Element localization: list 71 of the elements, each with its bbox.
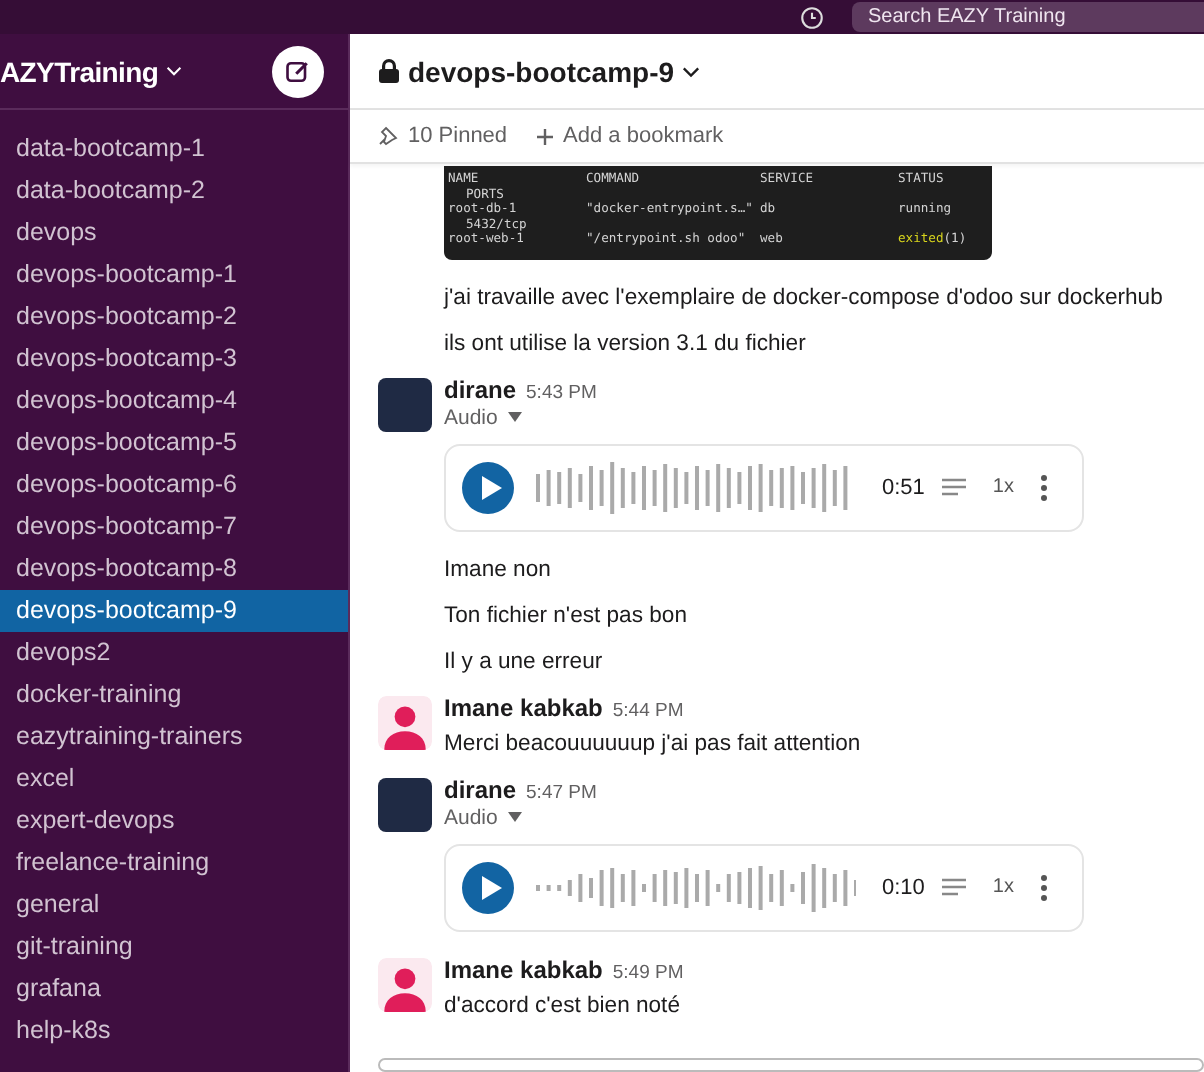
more-icon[interactable] [1039, 873, 1048, 901]
audio-duration: 0:10 [882, 875, 925, 899]
avatar-icon[interactable] [378, 695, 432, 749]
message-text: Il y a une erreur [444, 647, 605, 677]
play-button[interactable] [462, 461, 514, 513]
audio-label[interactable]: Audio [444, 803, 522, 831]
author-name[interactable]: Imane kabkab [444, 693, 603, 721]
speed-button[interactable]: 1x [984, 876, 1022, 898]
message-time[interactable]: 5:44 PM [612, 699, 684, 721]
channel-item[interactable]: general [0, 884, 348, 926]
channel-item[interactable]: help-k8s [0, 1010, 348, 1052]
channel-item[interactable]: expert-devops [0, 800, 348, 842]
workspace-menu[interactable]: AZYTraining [0, 55, 183, 87]
author-name[interactable]: Imane kabkab [444, 955, 603, 983]
caret-icon [507, 812, 522, 822]
message-input-field[interactable] [378, 1057, 1204, 1072]
channel-item[interactable]: devops-bootcamp-9 [0, 590, 348, 632]
message-time[interactable]: 5:49 PM [612, 961, 684, 983]
channel-item[interactable]: devops-bootcamp-1 [0, 254, 348, 296]
channel-item[interactable]: devops [0, 212, 348, 254]
audio-duration: 0:51 [882, 475, 925, 499]
channel-item[interactable]: git-training [0, 926, 348, 968]
add-bookmark-button[interactable]: Add a bookmark [535, 124, 724, 148]
author-name[interactable]: dirane [444, 775, 517, 803]
lock-icon [378, 58, 400, 84]
channel-item[interactable]: devops-bootcamp-8 [0, 548, 348, 590]
transcript-icon[interactable] [942, 478, 967, 496]
play-icon [481, 875, 501, 899]
channel-item[interactable]: devops-bootcamp-2 [0, 296, 348, 338]
avatar-icon[interactable] [378, 957, 432, 1011]
message-text: ils ont utilise la version 3.1 du fichier [444, 329, 808, 359]
channel-item[interactable]: eazytraining-trainers [0, 716, 348, 758]
compose-icon [284, 57, 312, 85]
message-time[interactable]: 5:47 PM [526, 781, 597, 803]
message-text: j'ai travaille avec l'exemplaire de docker-compose d'odoo sur dockerhub [444, 283, 1165, 313]
channel-item[interactable]: devops-bootcamp-6 [0, 464, 348, 506]
chevron-down-icon [682, 65, 701, 77]
message-text: Merci beacouuuuuup j'ai pas fait attention [444, 729, 863, 759]
channel-title[interactable]: devops-bootcamp-9 [378, 55, 701, 87]
message-text: Ton fichier n'est pas bon [444, 601, 689, 631]
plus-icon [535, 127, 554, 145]
avatar-photo-placeholder[interactable] [378, 377, 432, 431]
more-icon[interactable] [1039, 473, 1048, 501]
clock-icon[interactable] [800, 5, 824, 29]
pin-icon [378, 126, 398, 146]
chevron-down-icon [166, 66, 183, 76]
channel-item[interactable]: devops-bootcamp-7 [0, 506, 348, 548]
channel-item[interactable]: devops-bootcamp-5 [0, 422, 348, 464]
channel-item[interactable]: data-bootcamp-1 [0, 128, 348, 170]
play-button[interactable] [462, 861, 514, 913]
message-time[interactable]: 5:43 PM [526, 381, 597, 403]
search-field[interactable]: Search EAZY Training [852, 2, 1204, 32]
transcript-icon[interactable] [942, 878, 967, 896]
channel-item[interactable]: docker-training [0, 674, 348, 716]
message-text: d'accord c'est bien noté [444, 991, 682, 1021]
channel-item[interactable]: devops2 [0, 632, 348, 674]
channel-item[interactable]: excel [0, 758, 348, 800]
channel-item[interactable]: freelance-training [0, 842, 348, 884]
pinned-button[interactable]: 10 Pinned [378, 124, 508, 148]
speed-button[interactable]: 1x [984, 476, 1022, 498]
author-name[interactable]: dirane [444, 375, 517, 403]
message-text: Imane non [444, 555, 553, 585]
channel-item[interactable]: data-bootcamp-2 [0, 170, 348, 212]
audio-label[interactable]: Audio [444, 403, 522, 431]
play-icon [481, 475, 501, 499]
channel-item[interactable]: grafana [0, 968, 348, 1010]
caret-icon [507, 412, 522, 422]
channel-item[interactable]: devops-bootcamp-4 [0, 380, 348, 422]
avatar-photo-placeholder[interactable] [378, 777, 432, 831]
channel-item[interactable]: devops-bootcamp-3 [0, 338, 348, 380]
compose-button[interactable] [272, 45, 324, 97]
